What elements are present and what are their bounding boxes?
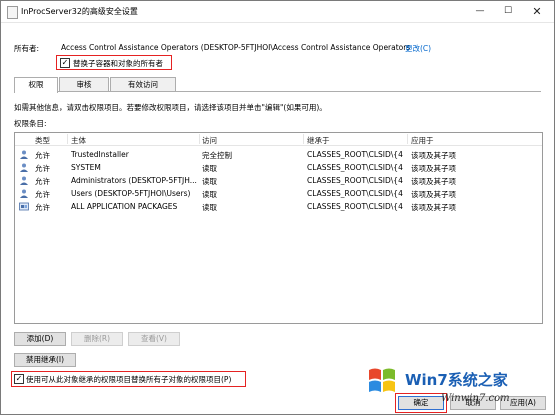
replace-owner-label: 替换子容器和对象的所有者: [73, 59, 163, 68]
table-row[interactable]: 允许 Administrators (DESKTOP-5FTJH... 读取 C…: [15, 175, 542, 187]
row-inherited-from: CLASSES_ROOT\CLSID\{4...: [307, 202, 403, 211]
window-title: InProcServer32的高级安全设置: [21, 7, 138, 16]
user-icon: [20, 163, 28, 172]
info-text: 如需其他信息，请双击权限项目。若要修改权限项目，请选择该项目并单击"编辑"(如果…: [14, 103, 327, 112]
row-applies-to: 该项及其子项: [411, 151, 456, 160]
tab-divider: [14, 91, 541, 92]
tab-permissions[interactable]: 权限: [14, 77, 58, 93]
owner-label: 所有者:: [14, 44, 40, 53]
window-icon: [7, 6, 18, 19]
row-principal: Users (DESKTOP-5FTJHOI\Users): [71, 189, 191, 198]
replace-child-permissions-checkbox[interactable]: ✓: [14, 374, 24, 384]
user-icon: [20, 189, 28, 198]
windows-logo-watermark: [369, 368, 395, 392]
permission-entries-list[interactable]: 类型 主体 访问 继承于 应用于 允许 TrustedInstaller 完全控…: [14, 132, 543, 324]
user-icon: [20, 176, 28, 185]
remove-button[interactable]: 删除(R): [71, 332, 123, 346]
highlight-box: [395, 393, 447, 413]
row-inherited-from: CLASSES_ROOT\CLSID\{4...: [307, 176, 403, 185]
row-principal: Administrators (DESKTOP-5FTJH...: [71, 176, 197, 185]
row-applies-to: 该项及其子项: [411, 190, 456, 199]
disable-inheritance-button[interactable]: 禁用继承(I): [14, 353, 76, 367]
advanced-security-settings-window: InProcServer32的高级安全设置 — ☐ ✕ 所有者: Access …: [0, 0, 555, 415]
row-applies-to: 该项及其子项: [411, 203, 456, 212]
package-icon: [19, 202, 29, 211]
column-header-inherited-from[interactable]: 继承于: [307, 135, 330, 146]
row-principal: SYSTEM: [71, 163, 101, 172]
row-access: 读取: [202, 164, 217, 173]
change-owner-link[interactable]: 更改(C): [405, 43, 431, 54]
view-button[interactable]: 查看(V): [128, 332, 180, 346]
watermark-url-text: Winwin7.com: [441, 393, 510, 404]
table-row[interactable]: 允许 ALL APPLICATION PACKAGES 读取 CLASSES_R…: [15, 201, 542, 213]
column-header-principal[interactable]: 主体: [71, 135, 86, 146]
table-row[interactable]: 允许 TrustedInstaller 完全控制 CLASSES_ROOT\CL…: [15, 149, 542, 161]
permission-entries-label: 权限条目:: [14, 119, 47, 128]
row-applies-to: 该项及其子项: [411, 164, 456, 173]
owner-value: Access Control Assistance Operators (DES…: [61, 43, 411, 52]
column-header-applies-to[interactable]: 应用于: [411, 135, 434, 146]
table-row[interactable]: 允许 SYSTEM 读取 CLASSES_ROOT\CLSID\{4... 该项…: [15, 162, 542, 174]
row-type: 允许: [35, 177, 50, 186]
row-type: 允许: [35, 190, 50, 199]
row-applies-to: 该项及其子项: [411, 177, 456, 186]
close-button[interactable]: ✕: [523, 1, 551, 22]
row-principal: TrustedInstaller: [71, 150, 129, 159]
maximize-button[interactable]: ☐: [494, 1, 522, 22]
row-principal: ALL APPLICATION PACKAGES: [71, 202, 178, 211]
table-row[interactable]: 允许 Users (DESKTOP-5FTJHOI\Users) 读取 CLAS…: [15, 188, 542, 200]
user-icon: [20, 150, 28, 159]
watermark-logo-text: Win7系统之家: [405, 371, 508, 389]
row-access: 读取: [202, 190, 217, 199]
row-inherited-from: CLASSES_ROOT\CLSID\{4...: [307, 189, 403, 198]
title-bar: InProcServer32的高级安全设置 — ☐ ✕: [1, 1, 554, 23]
row-access: 读取: [202, 203, 217, 212]
add-button[interactable]: 添加(D): [14, 332, 66, 346]
tab-effective-access[interactable]: 有效访问: [110, 77, 176, 92]
row-type: 允许: [35, 164, 50, 173]
replace-child-permissions-label: 使用可从此对象继承的权限项目替换所有子对象的权限项目(P): [26, 375, 232, 384]
tab-auditing[interactable]: 审核: [59, 77, 109, 92]
replace-owner-checkbox[interactable]: ✓: [60, 58, 70, 68]
minimize-button[interactable]: —: [466, 1, 494, 22]
row-access: 读取: [202, 177, 217, 186]
list-header: 类型 主体 访问 继承于 应用于: [15, 133, 542, 146]
row-inherited-from: CLASSES_ROOT\CLSID\{4...: [307, 163, 403, 172]
row-type: 允许: [35, 151, 50, 160]
row-type: 允许: [35, 203, 50, 212]
row-inherited-from: CLASSES_ROOT\CLSID\{4...: [307, 150, 403, 159]
column-header-access[interactable]: 访问: [202, 135, 217, 146]
row-access: 完全控制: [202, 151, 232, 160]
column-header-type[interactable]: 类型: [35, 135, 50, 146]
